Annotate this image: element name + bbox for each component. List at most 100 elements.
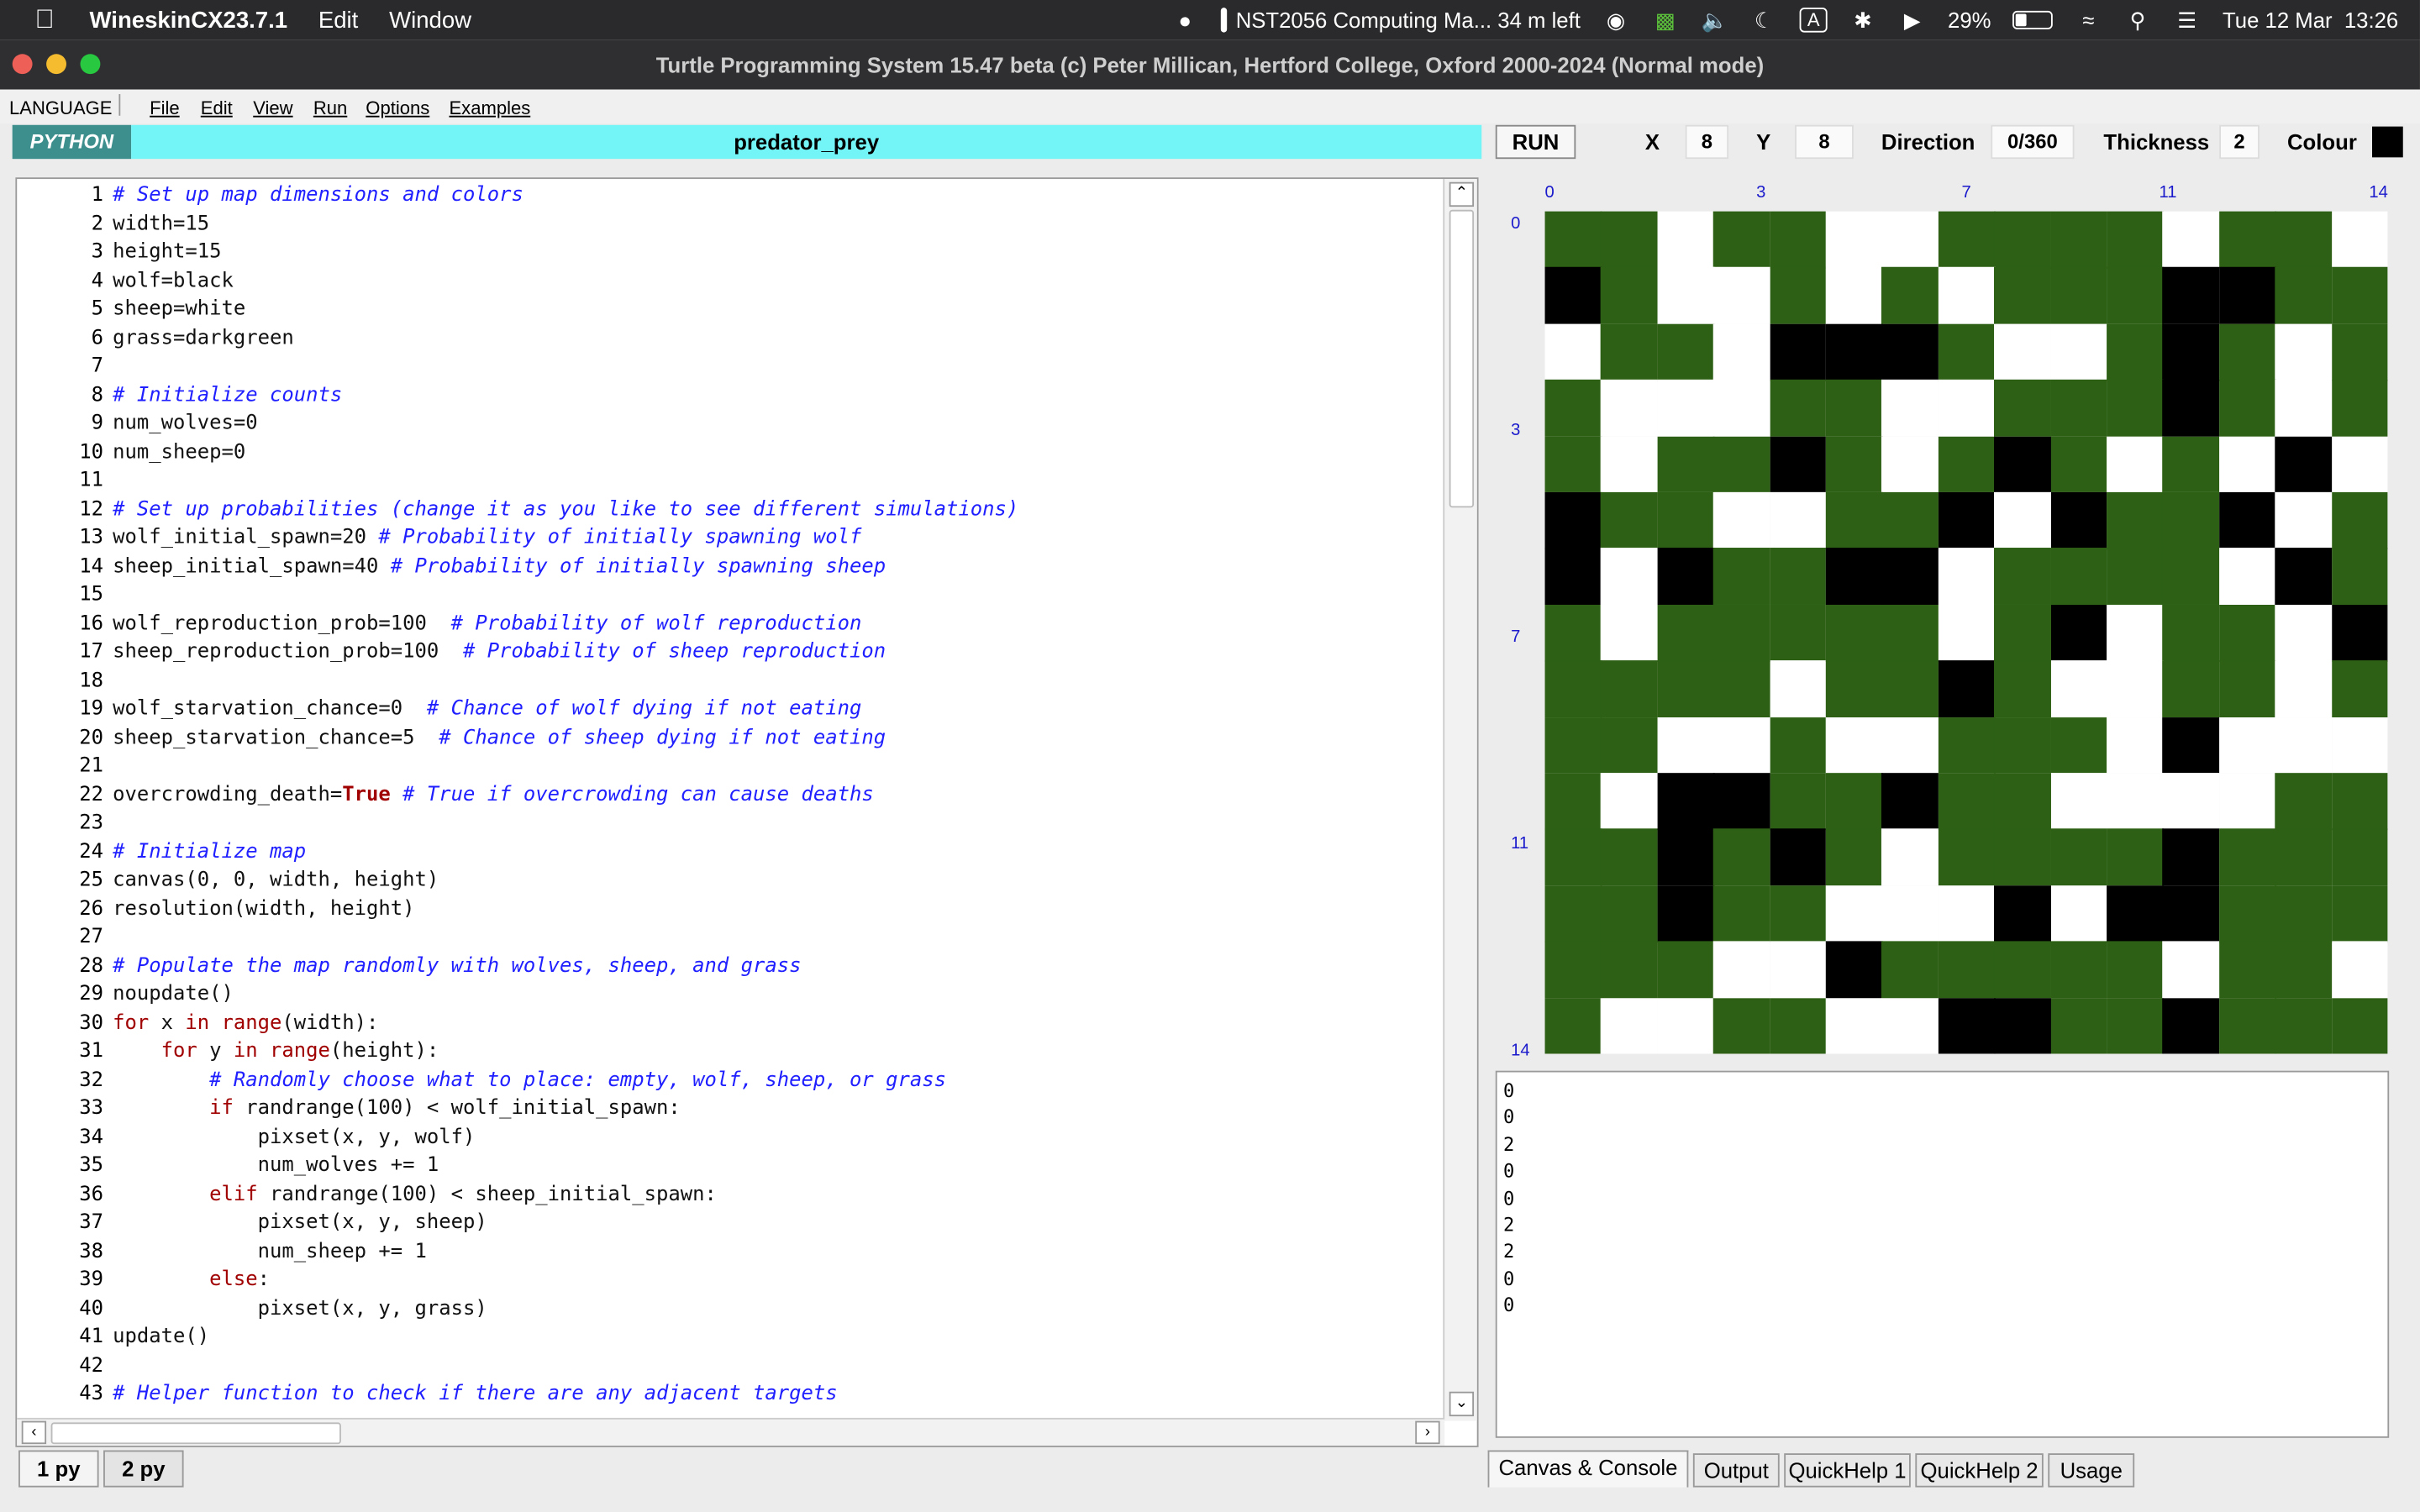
code-line[interactable]: pixset(x, y, wolf) — [113, 1126, 476, 1149]
horizontal-scroll-thumb[interactable] — [50, 1422, 341, 1445]
line-number: 24 — [79, 840, 104, 864]
code-line[interactable]: sheep_initial_spawn=40 # Probability of … — [113, 554, 886, 578]
run-button[interactable]: RUN — [1495, 124, 1576, 160]
menu-language[interactable]: LANGUAGE — [9, 97, 112, 119]
code-line[interactable]: for y in range(height): — [113, 1040, 439, 1063]
menu-run[interactable]: Run — [313, 97, 347, 119]
menubar-app-name[interactable]: WineskinCX23.7.1 — [90, 7, 288, 33]
code-line[interactable]: # Initialize map — [113, 840, 306, 864]
code-line[interactable]: if randrange(100) < wolf_initial_spawn: — [113, 1097, 681, 1121]
code-line[interactable]: grass=darkgreen — [113, 326, 294, 349]
code-line[interactable]: num_wolves=0 — [113, 412, 258, 435]
code-line[interactable]: pixset(x, y, grass) — [113, 1297, 487, 1320]
grid-cell — [2162, 436, 2220, 493]
menu-view[interactable]: View — [253, 97, 292, 119]
tab-canvas-console[interactable]: Canvas & Console — [1487, 1450, 1689, 1488]
grid-cell — [2162, 491, 2220, 549]
code-line[interactable]: elif randrange(100) < sheep_initial_spaw… — [113, 1183, 717, 1206]
grid-cell — [2107, 604, 2164, 662]
grid-cell — [2107, 211, 2164, 269]
battery-icon[interactable] — [2012, 10, 2054, 29]
bluetooth-icon[interactable]: ✱ — [1849, 8, 1877, 32]
code-line[interactable]: num_sheep += 1 — [113, 1240, 427, 1263]
apple-logo-icon[interactable]:  — [31, 6, 59, 32]
menu-examples[interactable]: Examples — [449, 97, 530, 119]
grid-cell — [1544, 717, 1602, 774]
code-line[interactable]: height=15 — [113, 241, 221, 265]
code-line[interactable]: # Helper function to check if there are … — [113, 1383, 838, 1406]
notification-badge-icon[interactable]: ● — [1171, 8, 1199, 32]
code-line[interactable]: for x in range(width): — [113, 1011, 378, 1035]
line-number: 7 — [91, 354, 104, 378]
tab-usage[interactable]: Usage — [2048, 1453, 2135, 1488]
grid-cell — [1994, 267, 2052, 325]
code-line[interactable]: pixset(x, y, sheep) — [113, 1211, 487, 1235]
wifi-icon[interactable]: ≈ — [2075, 8, 2102, 32]
code-line[interactable]: update() — [113, 1326, 209, 1349]
clock[interactable]: Tue 12 Mar 13:26 — [2223, 8, 2398, 32]
input-source-icon[interactable]: A — [1799, 8, 1828, 33]
scroll-right-arrow-icon[interactable]: › — [1415, 1420, 1440, 1445]
menubar-window[interactable]: Window — [389, 7, 471, 33]
code-line[interactable]: sheep_starvation_chance=5 # Chance of sh… — [113, 726, 886, 749]
code-editor[interactable]: 1 2 3 4 5 6 7 8 9 10 11 12 13 14 15 16 17 18 19 20 21 22 23 24 2… — [15, 177, 1479, 1447]
menu-options[interactable]: Options — [366, 97, 429, 119]
vertical-scrollbar[interactable]: ⌃ ⌄ — [1443, 179, 1477, 1421]
direction-value: 0/360 — [1991, 124, 2075, 160]
grid-cell — [1713, 997, 1770, 1055]
code-line[interactable]: # Set up map dimensions and colors — [113, 184, 523, 207]
moon-icon[interactable]: ☾ — [1750, 8, 1778, 32]
grid-cell — [1769, 604, 1827, 662]
code-line[interactable]: sheep_reproduction_prob=100 # Probabilit… — [113, 640, 886, 664]
code-line[interactable]: else: — [113, 1268, 270, 1292]
menu-file[interactable]: File — [150, 97, 180, 119]
code-line[interactable]: sheep=white — [113, 297, 245, 321]
grid-cell — [1881, 829, 1939, 886]
line-number: 33 — [79, 1096, 104, 1121]
thickness-value: 2 — [2219, 124, 2260, 160]
code-line[interactable]: width=15 — [113, 213, 209, 236]
file-tab-2[interactable]: 2 py — [103, 1450, 184, 1488]
menu-edit[interactable]: Edit — [201, 97, 233, 119]
tab-quickhelp-1[interactable]: QuickHelp 1 — [1784, 1453, 1911, 1488]
code-text-area[interactable]: # Set up map dimensions and colors width=… — [113, 179, 1443, 1413]
volume-icon[interactable]: 🔈 — [1701, 8, 1728, 32]
code-line[interactable]: # Set up probabilities (change it as you… — [113, 497, 1018, 521]
code-line[interactable]: wolf_starvation_chance=0 # Chance of wol… — [113, 697, 861, 721]
console-output[interactable]: 0 0 2 0 0 2 2 0 0 — [1495, 1070, 2390, 1438]
turtle-canvas-grid[interactable] — [1544, 211, 2389, 1055]
printer-icon[interactable]: ▩ — [1651, 8, 1679, 32]
code-line[interactable]: resolution(width, height) — [113, 897, 414, 921]
play-circle-icon[interactable]: ▶ — [1898, 8, 1926, 32]
grid-cell — [1601, 267, 1659, 325]
console-line: 0 — [1502, 1079, 1515, 1102]
code-line[interactable]: canvas(0, 0, width, height) — [113, 869, 439, 892]
menubar-edit[interactable]: Edit — [318, 7, 358, 33]
vertical-scroll-thumb[interactable] — [1449, 209, 1475, 508]
scroll-left-arrow-icon[interactable]: ‹ — [21, 1420, 47, 1445]
control-center-icon[interactable]: ☰ — [2173, 8, 2201, 32]
tab-output[interactable]: Output — [1692, 1453, 1780, 1488]
scroll-down-arrow-icon[interactable]: ⌄ — [1449, 1391, 1475, 1417]
now-playing[interactable]: NST2056 Computing Ma... 34 m left — [1220, 8, 1581, 33]
grid-cell — [1825, 941, 1883, 999]
scroll-up-arrow-icon[interactable]: ⌃ — [1449, 181, 1475, 207]
code-line[interactable]: num_sheep=0 — [113, 440, 245, 464]
grid-cell — [1769, 885, 1827, 942]
code-line[interactable]: wolf_initial_spawn=20 # Probability of i… — [113, 526, 861, 549]
code-line[interactable]: wolf_reproduction_prob=100 # Probability… — [113, 612, 861, 635]
file-tab-1[interactable]: 1 py — [18, 1450, 99, 1488]
grid-cell — [1544, 548, 1602, 606]
code-line[interactable]: # Initialize counts — [113, 383, 342, 407]
code-line[interactable]: wolf=black — [113, 270, 234, 293]
code-line[interactable]: num_wolves += 1 — [113, 1154, 439, 1178]
search-icon[interactable]: ⚲ — [2124, 8, 2152, 32]
code-line[interactable]: # Randomly choose what to place: empty, … — [113, 1068, 946, 1092]
horizontal-scrollbar[interactable]: ‹ › — [17, 1417, 1445, 1446]
grammarly-icon[interactable]: ◉ — [1602, 8, 1630, 32]
line-number: 28 — [79, 953, 104, 978]
code-line[interactable]: # Populate the map randomly with wolves,… — [113, 954, 801, 978]
tab-quickhelp-2[interactable]: QuickHelp 2 — [1915, 1453, 2044, 1488]
code-line[interactable]: overcrowding_death=True # True if overcr… — [113, 783, 874, 806]
code-line[interactable]: noupdate() — [113, 983, 234, 1006]
